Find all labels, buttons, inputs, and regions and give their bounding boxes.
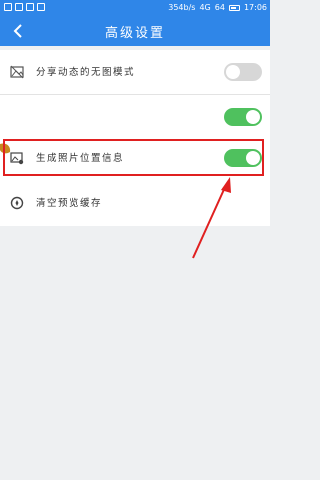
clock: 17:06 [243,3,267,12]
toggle-knob [246,110,260,124]
setting-row-clear-cache[interactable]: 清空预览缓存 [0,181,270,226]
image-icon [10,65,24,79]
image-icon [26,3,34,11]
status-indicators: 354b/s 4G 64 17:06 [168,3,267,12]
battery-percent: 64 [214,3,225,12]
divider [0,94,270,95]
signal-label: 4G [199,3,211,12]
message-icon [15,3,23,11]
status-notification-icons [4,3,45,11]
battery-icon [228,4,240,11]
highlight-box [3,139,264,176]
mail-icon [37,3,45,11]
toggle-knob [226,65,240,79]
setting-row-unlabeled [0,95,270,140]
status-bar: 354b/s 4G 64 17:06 [0,0,270,16]
setting-label: 清空预览缓存 [36,198,103,209]
setting-label: 分享动态的无图模式 [36,67,136,78]
compass-icon [10,196,24,210]
network-speed: 354b/s [168,3,196,12]
nav-bar: 高级设置 [0,16,270,46]
no-image-share-toggle[interactable] [224,63,262,81]
wechat-icon [4,3,12,11]
unlabeled-toggle[interactable] [224,108,262,126]
setting-row-no-image-share: 分享动态的无图模式 [0,50,270,95]
page-title: 高级设置 [104,26,165,41]
